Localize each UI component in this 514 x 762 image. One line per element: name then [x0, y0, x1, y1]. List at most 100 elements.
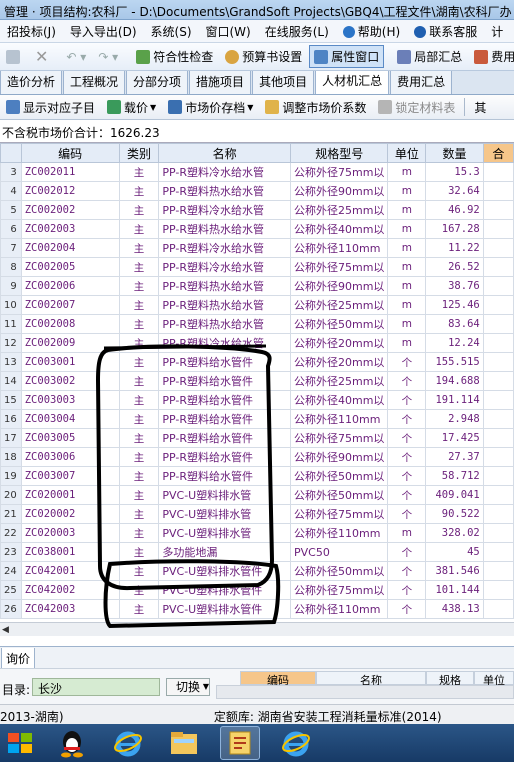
row-number[interactable]: 14 [0, 371, 22, 391]
row-number[interactable]: 18 [0, 447, 22, 467]
cell-unit[interactable]: m [387, 314, 427, 334]
cell-total[interactable] [482, 333, 514, 353]
row-number[interactable]: 3 [0, 162, 22, 182]
cell-spec[interactable]: 公称外径25mm以 [289, 371, 389, 391]
column-header-quantity[interactable]: 数量 [425, 143, 484, 163]
menu-item-contact[interactable]: 联系客服 [407, 23, 484, 40]
column-header-total[interactable]: 合 [482, 143, 514, 163]
cell-total[interactable] [482, 504, 514, 524]
cell-spec[interactable]: 公称外径75mm以 [289, 580, 389, 600]
cell-unit[interactable]: m [387, 295, 427, 315]
cell-spec[interactable]: 公称外径90mm以 [289, 276, 389, 296]
cell-total[interactable] [482, 599, 514, 619]
cell-name[interactable]: PP-R塑料给水管件 [158, 428, 291, 448]
cell-name[interactable]: PVC-U塑料排水管 [158, 523, 291, 543]
cell-spec[interactable]: 公称外径75mm以 [289, 162, 389, 182]
tab-items[interactable]: 分部分项 [126, 71, 189, 94]
column-header-spec[interactable]: 规格型号 [289, 143, 389, 163]
inquiry-column-unit[interactable]: 单位 [474, 671, 514, 687]
cell-code[interactable]: ZC003004 [20, 409, 120, 429]
cell-quantity[interactable]: 83.64 [425, 314, 484, 334]
tab-fee-summary[interactable]: 费用汇总 [390, 71, 453, 94]
cell-name[interactable]: PP-R塑料冷水给水管 [158, 333, 291, 353]
cell-name[interactable]: PP-R塑料热水给水管 [158, 295, 291, 315]
cell-category[interactable]: 主 [118, 599, 160, 619]
inquiry-column-name[interactable]: 名称 [316, 671, 426, 687]
table-row[interactable]: 15 ZC003003 主 PP-R塑料给水管件 公称外径40mm以个 191.114 [0, 390, 514, 410]
inquiry-column-spec[interactable]: 规格 [426, 671, 474, 687]
cell-quantity[interactable]: 438.13 [425, 599, 484, 619]
cell-code[interactable]: ZC003006 [20, 447, 120, 467]
menu-item-import-export[interactable]: 导入导出(D) [63, 23, 144, 40]
cell-name[interactable]: PVC-U塑料排水管件 [158, 580, 291, 600]
cell-total[interactable] [482, 314, 514, 334]
row-number[interactable]: 22 [0, 523, 22, 543]
row-number[interactable]: 12 [0, 333, 22, 353]
row-number[interactable]: 16 [0, 409, 22, 429]
delete-button[interactable]: ✕ [30, 44, 53, 69]
row-number[interactable]: 11 [0, 314, 22, 334]
cell-unit[interactable]: 个 [387, 504, 427, 524]
row-number[interactable]: 17 [0, 428, 22, 448]
cell-category[interactable]: 主 [118, 504, 160, 524]
cell-total[interactable] [482, 523, 514, 543]
table-row[interactable]: 10 ZC002007 主 PP-R塑料热水给水管 公称外径25mm以 m 125.46 [0, 295, 514, 315]
tab-project-overview[interactable]: 工程概况 [63, 71, 126, 94]
row-number[interactable]: 24 [0, 561, 22, 581]
menu-item-bid[interactable]: 招投标(J) [0, 23, 63, 40]
cell-spec[interactable]: 公称外径40mm以 [289, 390, 389, 410]
cell-category[interactable]: 主 [118, 295, 160, 315]
table-row[interactable]: 7 ZC002004 主 PP-R塑料冷水给水管 公称外径110mm m 11.22 [0, 238, 514, 258]
cell-spec[interactable]: 公称外径110mm [289, 409, 389, 429]
cell-spec[interactable]: 公称外径110mm [289, 599, 389, 619]
cell-category[interactable]: 主 [118, 409, 160, 429]
cell-code[interactable]: ZC020001 [20, 485, 120, 505]
cell-category[interactable]: 主 [118, 447, 160, 467]
cell-quantity[interactable]: 38.76 [425, 276, 484, 296]
cell-quantity[interactable]: 191.114 [425, 390, 484, 410]
cell-name[interactable]: PP-R塑料给水管件 [158, 466, 291, 486]
table-row[interactable]: 5 ZC002002 主 PP-R塑料冷水给水管 公称外径25mm以 m 46.92 [0, 200, 514, 220]
row-number[interactable]: 4 [0, 181, 22, 201]
cell-quantity[interactable]: 12.24 [425, 333, 484, 353]
cell-unit[interactable]: m [387, 238, 427, 258]
cell-spec[interactable]: 公称外径75mm以 [289, 257, 389, 277]
cell-code[interactable]: ZC002003 [20, 219, 120, 239]
cell-code[interactable]: ZC002005 [20, 257, 120, 277]
cell-total[interactable] [482, 447, 514, 467]
tab-labor-material-machine[interactable]: 人材机汇总 [315, 71, 390, 94]
cell-unit[interactable]: m [387, 219, 427, 239]
cell-category[interactable]: 主 [118, 542, 160, 562]
local-summary-button[interactable]: 局部汇总 [392, 45, 467, 68]
cell-unit[interactable]: m [387, 181, 427, 201]
lock-material-button[interactable]: 锁定材料表 [373, 96, 460, 119]
cell-category[interactable]: 主 [118, 561, 160, 581]
cell-name[interactable]: PP-R塑料给水管件 [158, 352, 291, 372]
table-row[interactable]: 9 ZC002006 主 PP-R塑料热水给水管 公称外径90mm以 m 38.76 [0, 276, 514, 296]
cell-total[interactable] [482, 181, 514, 201]
table-row[interactable]: 4 ZC002012 主 PP-R塑料热水给水管 公称外径90mm以 m 32.64 [0, 181, 514, 201]
cell-total[interactable] [482, 257, 514, 277]
cell-spec[interactable]: 公称外径75mm以 [289, 504, 389, 524]
cell-quantity[interactable]: 167.28 [425, 219, 484, 239]
cell-quantity[interactable]: 45 [425, 542, 484, 562]
row-number[interactable]: 20 [0, 485, 22, 505]
cell-spec[interactable]: 公称外径50mm以 [289, 485, 389, 505]
cell-unit[interactable]: m [387, 162, 427, 182]
cell-code[interactable]: ZC020002 [20, 504, 120, 524]
cell-spec[interactable]: 公称外径90mm以 [289, 447, 389, 467]
cell-quantity[interactable]: 32.64 [425, 181, 484, 201]
menu-item-system[interactable]: 系统(S) [144, 23, 199, 40]
table-row[interactable]: 8 ZC002005 主 PP-R塑料冷水给水管 公称外径75mm以 m 26.52 [0, 257, 514, 277]
row-number[interactable]: 15 [0, 390, 22, 410]
table-row[interactable]: 3 ZC002011 主 PP-R塑料冷水给水管 公称外径75mm以 m 15.3 [0, 162, 514, 182]
cell-unit[interactable]: m [387, 257, 427, 277]
cell-category[interactable]: 主 [118, 466, 160, 486]
load-price-button[interactable]: 载价 ▼ [102, 96, 161, 119]
row-number[interactable]: 13 [0, 352, 22, 372]
cell-unit[interactable]: 个 [387, 371, 427, 391]
compliance-check-button[interactable]: 符合性检查 [131, 45, 218, 68]
row-number[interactable]: 19 [0, 466, 22, 486]
qq-icon[interactable] [52, 726, 92, 760]
menu-item-help[interactable]: 帮助(H) [336, 23, 407, 40]
